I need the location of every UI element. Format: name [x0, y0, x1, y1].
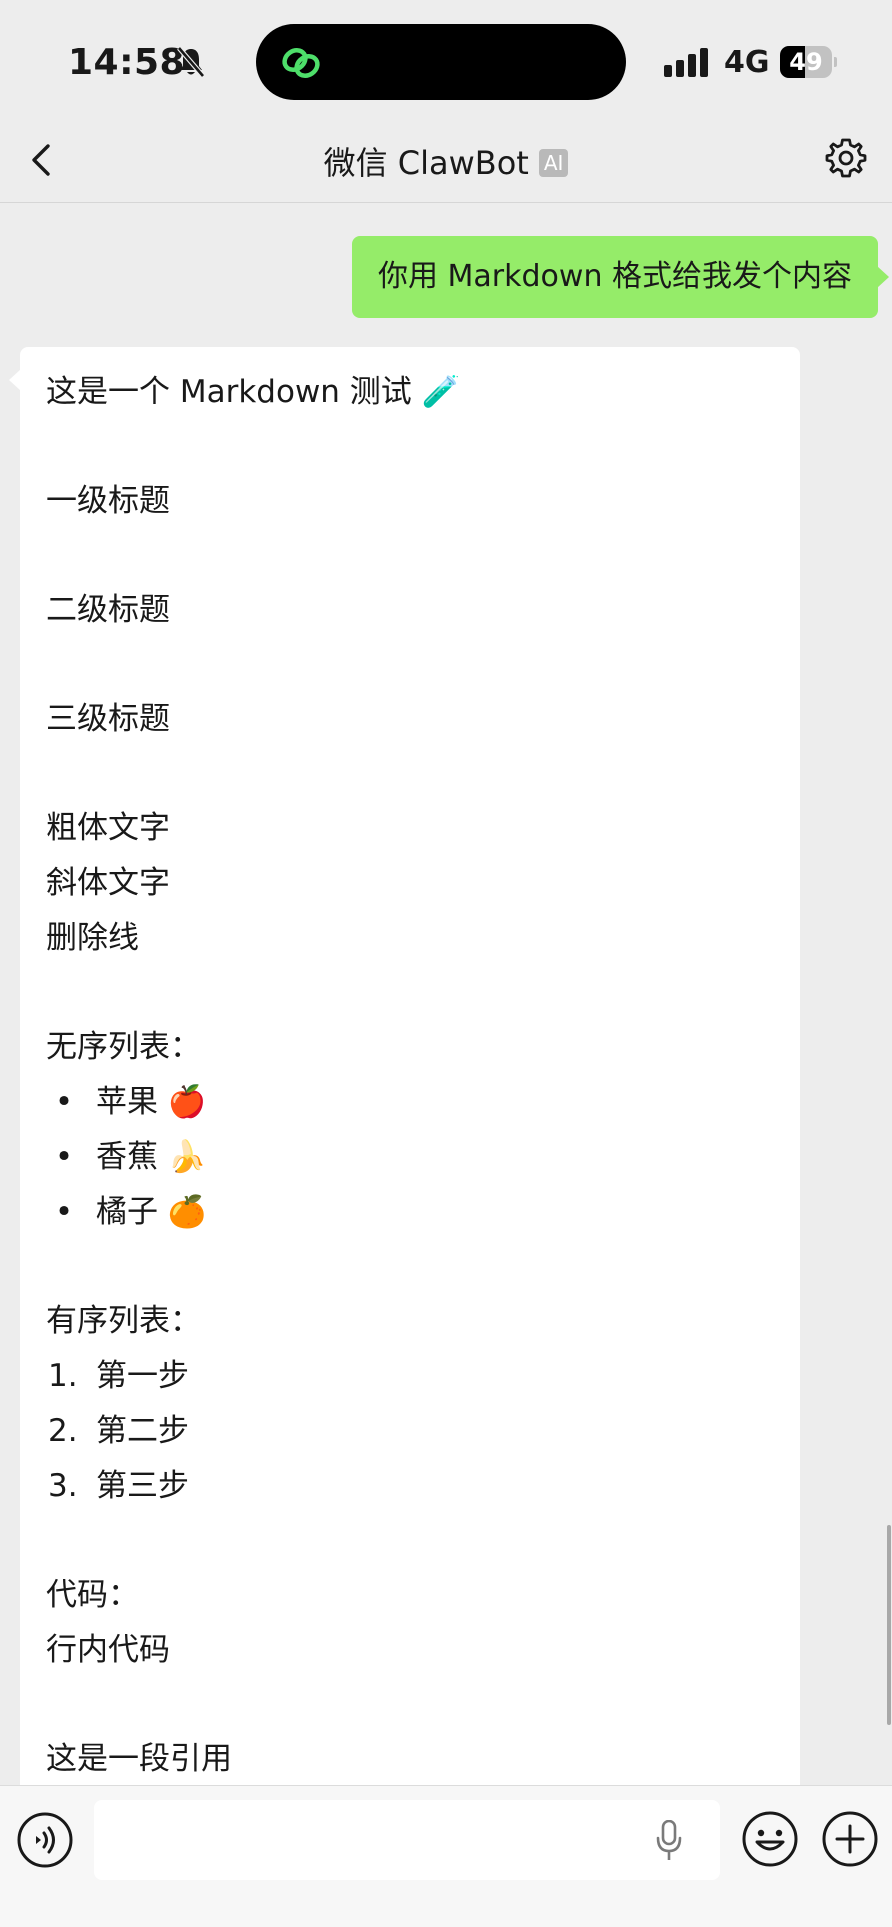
chat-header: 微信 ClawBot AI	[0, 120, 892, 203]
list-item-text: 第二步	[96, 1413, 189, 1449]
ai-badge: AI	[538, 149, 569, 177]
add-icon[interactable]	[821, 1810, 879, 1868]
emoji-icon[interactable]	[741, 1810, 799, 1868]
list-item-text: 第一步	[96, 1358, 189, 1394]
chat-title-text: 微信 ClawBot	[323, 144, 529, 182]
user-message-bubble[interactable]: 你用 Markdown 格式给我发个内容	[352, 236, 889, 318]
scrollbar[interactable]	[887, 1525, 891, 1725]
status-time: 14:58	[68, 42, 186, 83]
bullet-marker: •	[54, 1139, 74, 1175]
md-heading-3: 三级标题	[46, 701, 170, 737]
signal-icon	[664, 48, 708, 77]
md-unordered-list: • 苹果 🍎 • 香蕉 🍌 • 橘子 🍊	[46, 1075, 774, 1240]
md-italic: 斜体文字	[46, 865, 170, 901]
list-item: • 香蕉 🍌	[46, 1130, 774, 1185]
message-input[interactable]	[94, 1800, 654, 1880]
list-item-text: 第三步	[96, 1468, 189, 1504]
number-marker: 1.	[48, 1358, 78, 1394]
message-input-wrapper[interactable]	[94, 1800, 720, 1880]
md-heading-2: 二级标题	[46, 592, 170, 628]
dynamic-island	[256, 24, 626, 100]
input-bar	[0, 1785, 892, 1927]
bell-slash-icon	[177, 46, 205, 78]
number-marker: 2.	[48, 1413, 78, 1449]
list-item: 3. 第三步	[46, 1459, 774, 1514]
md-blockquote: 这是一段引用	[46, 1741, 232, 1777]
battery-icon: 49	[780, 46, 838, 78]
list-item: • 苹果 🍎	[46, 1075, 774, 1130]
bullet-marker: •	[54, 1084, 74, 1120]
status-bar: 14:58 4G 49	[0, 0, 892, 120]
link-rings-icon	[282, 48, 320, 78]
list-item: 2. 第二步	[46, 1404, 774, 1459]
md-bold: 粗体文字	[46, 810, 170, 846]
list-item-text: 香蕉 🍌	[96, 1139, 207, 1175]
chat-title[interactable]: 微信 ClawBot AI	[0, 138, 892, 184]
list-item-text: 苹果 🍎	[96, 1084, 207, 1120]
number-marker: 3.	[48, 1468, 78, 1504]
md-inline-code: 行内代码	[46, 1632, 170, 1668]
md-unordered-label: 无序列表：	[46, 1029, 201, 1065]
md-intro: 这是一个 Markdown 测试 🧪	[46, 374, 461, 410]
list-item: • 橘子 🍊	[46, 1185, 774, 1240]
mic-icon[interactable]	[656, 1820, 682, 1862]
md-ordered-list: 1. 第一步 2. 第二步 3. 第三步	[46, 1349, 774, 1514]
network-type: 4G	[724, 45, 770, 80]
list-item: 1. 第一步	[46, 1349, 774, 1404]
voice-icon[interactable]	[17, 1812, 73, 1868]
bot-message-bubble[interactable]: 这是一个 Markdown 测试 🧪 一级标题 二级标题 三级标题 粗体文字 斜…	[9, 347, 800, 1785]
md-strikethrough: 删除线	[46, 920, 139, 956]
md-heading-1: 一级标题	[46, 483, 170, 519]
md-ordered-label: 有序列表：	[46, 1303, 201, 1339]
md-code-label: 代码：	[46, 1577, 139, 1613]
list-item-text: 橘子 🍊	[96, 1194, 207, 1230]
bullet-marker: •	[54, 1194, 74, 1230]
gear-icon[interactable]	[824, 136, 868, 180]
battery-percent: 49	[789, 48, 823, 76]
chat-area[interactable]: 你用 Markdown 格式给我发个内容 这是一个 Markdown 测试 🧪 …	[0, 203, 892, 1785]
